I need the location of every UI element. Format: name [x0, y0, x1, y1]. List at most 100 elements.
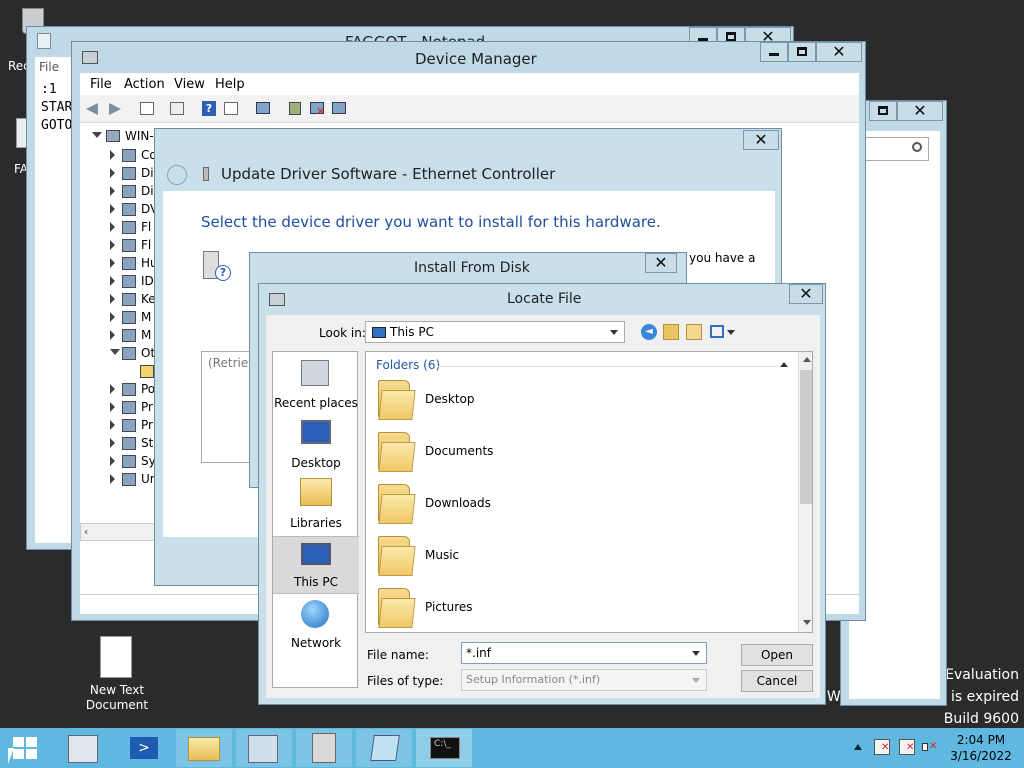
scan-hardware-icon[interactable]	[254, 100, 272, 118]
maximize-icon	[878, 106, 888, 115]
tree-collapsed-arrow-icon[interactable]	[110, 438, 115, 448]
clock[interactable]: 2:04 PM 3/16/2022	[948, 732, 1014, 764]
windows-logo-icon	[13, 737, 37, 759]
menu-help[interactable]: Help	[215, 77, 245, 92]
tree-collapsed-arrow-icon[interactable]	[110, 222, 115, 232]
tree-item-label: Di	[141, 166, 154, 180]
action-center-icon[interactable]: ✕	[874, 739, 890, 755]
look-in-dropdown[interactable]: This PC	[365, 321, 625, 343]
tree-collapsed-arrow-icon[interactable]	[110, 312, 115, 322]
uninstall-device-icon[interactable]: ✕	[308, 100, 326, 118]
device-category-icon	[122, 419, 136, 432]
tree-collapsed-arrow-icon[interactable]	[110, 384, 115, 394]
file-name-input[interactable]: *.inf	[461, 642, 707, 664]
view-menu-icon[interactable]	[710, 324, 736, 340]
close-icon: ✕	[832, 42, 846, 61]
close-icon: ✕	[799, 284, 813, 303]
folder-item-music[interactable]: Music	[372, 532, 672, 578]
install-from-disk-close-button[interactable]: ✕	[645, 253, 677, 273]
close-icon: ✕	[913, 101, 927, 120]
list-view-icon[interactable]	[168, 100, 186, 118]
forward-arrow-icon[interactable]	[106, 100, 124, 118]
tree-collapsed-arrow-icon[interactable]	[110, 240, 115, 250]
folder-item-downloads[interactable]: Downloads	[372, 480, 672, 526]
file-list-view[interactable]: Folders (6) Desktop Documents Downloads …	[365, 351, 813, 633]
taskbar-server-manager[interactable]	[56, 729, 112, 767]
device-category-icon	[122, 257, 136, 270]
network-tray-icon[interactable]: ✕	[899, 739, 915, 755]
menu-action[interactable]: Action	[124, 77, 165, 92]
place-recent-places[interactable]: Recent places	[273, 356, 359, 414]
maximize-icon	[797, 47, 807, 56]
tree-collapsed-arrow-icon[interactable]	[110, 150, 115, 160]
folder-icon	[372, 428, 420, 474]
tree-collapsed-arrow-icon[interactable]	[110, 330, 115, 340]
place-libraries[interactable]: Libraries	[273, 476, 359, 534]
help-icon[interactable]: ?	[200, 100, 218, 118]
scroll-down-icon[interactable]	[803, 620, 811, 625]
place-this-pc[interactable]: This PC	[273, 536, 359, 594]
new-text-document-icon[interactable]: New Text Document	[84, 634, 150, 714]
background-maximize-button[interactable]	[869, 101, 897, 121]
folder-item-desktop[interactable]: Desktop	[372, 376, 672, 422]
back-arrow-icon[interactable]	[84, 100, 102, 118]
properties-view-icon[interactable]	[138, 100, 156, 118]
up-folder-icon[interactable]	[663, 324, 679, 340]
tree-item-label: Di	[141, 184, 154, 198]
taskbar-device-manager[interactable]	[296, 729, 352, 767]
model-list-box[interactable]: (Retrievi	[201, 351, 259, 463]
collapse-group-icon[interactable]	[780, 362, 788, 367]
update-driver-icon[interactable]	[286, 100, 304, 118]
folders-group-header[interactable]: Folders (6)	[376, 358, 440, 372]
volume-muted-icon[interactable]: ✕	[922, 739, 938, 755]
new-folder-icon[interactable]	[686, 324, 702, 340]
taskbar-file-explorer[interactable]	[176, 729, 232, 767]
open-button[interactable]: Open	[741, 644, 813, 666]
device-manager-minimize-button[interactable]	[760, 42, 788, 62]
taskbar-powershell[interactable]: >	[116, 729, 172, 767]
tree-collapsed-arrow-icon[interactable]	[110, 204, 115, 214]
scroll-left-icon[interactable]: ‹	[84, 525, 88, 538]
nav-back-icon[interactable]: ◄	[641, 324, 657, 340]
tree-collapsed-arrow-icon[interactable]	[110, 276, 115, 286]
file-type-select[interactable]: Setup Information (*.inf)	[461, 669, 707, 691]
place-desktop[interactable]: Desktop	[273, 416, 359, 474]
chevron-down-icon[interactable]	[692, 651, 700, 656]
tree-collapsed-arrow-icon[interactable]	[110, 168, 115, 178]
tree-collapsed-arrow-icon[interactable]	[110, 186, 115, 196]
tree-collapsed-arrow-icon[interactable]	[110, 474, 115, 484]
details-view-icon[interactable]	[222, 100, 240, 118]
device-manager-close-button[interactable]: ✕	[816, 42, 862, 62]
locate-file-close-button[interactable]: ✕	[789, 284, 823, 304]
background-close-button[interactable]: ✕	[897, 101, 943, 121]
update-driver-close-button[interactable]: ✕	[743, 130, 779, 150]
device-manager-titlebar[interactable]: Device Manager ✕	[72, 42, 865, 72]
locate-file-dialog[interactable]: Locate File ✕ Look in: This PC ◄ Recent …	[258, 283, 826, 705]
tree-collapsed-arrow-icon[interactable]	[110, 258, 115, 268]
scroll-up-icon[interactable]	[803, 357, 811, 362]
device-category-icon	[122, 329, 136, 342]
taskbar-command-prompt[interactable]: C:\_	[416, 729, 472, 767]
device-manager-maximize-button[interactable]	[788, 42, 816, 62]
taskbar-notepad[interactable]	[356, 729, 412, 767]
locate-file-body: Look in: This PC ◄ Recent places Desktop	[266, 315, 820, 698]
menu-view[interactable]: View	[174, 77, 205, 92]
back-circle-icon[interactable]	[167, 165, 187, 185]
cancel-button[interactable]: Cancel	[741, 670, 813, 692]
folder-item-pictures[interactable]: Pictures	[372, 584, 672, 630]
tree-collapsed-arrow-icon[interactable]	[110, 294, 115, 304]
file-list-scrollbar[interactable]	[798, 352, 812, 632]
tree-collapsed-arrow-icon[interactable]	[110, 456, 115, 466]
tree-expanded-arrow-icon[interactable]	[110, 349, 120, 355]
menu-file[interactable]: File	[90, 77, 112, 92]
file-type-value: Setup Information (*.inf)	[466, 673, 601, 686]
tree-collapsed-arrow-icon[interactable]	[110, 402, 115, 412]
disable-device-icon[interactable]	[330, 100, 348, 118]
taskbar-computer-management[interactable]	[236, 729, 292, 767]
show-hidden-icons[interactable]	[854, 744, 862, 750]
place-network[interactable]: Network	[273, 596, 359, 654]
tree-collapsed-arrow-icon[interactable]	[110, 420, 115, 430]
scrollbar-thumb[interactable]	[800, 370, 812, 504]
notepad-menu-file[interactable]: File	[39, 60, 59, 74]
folder-item-documents[interactable]: Documents	[372, 428, 672, 474]
